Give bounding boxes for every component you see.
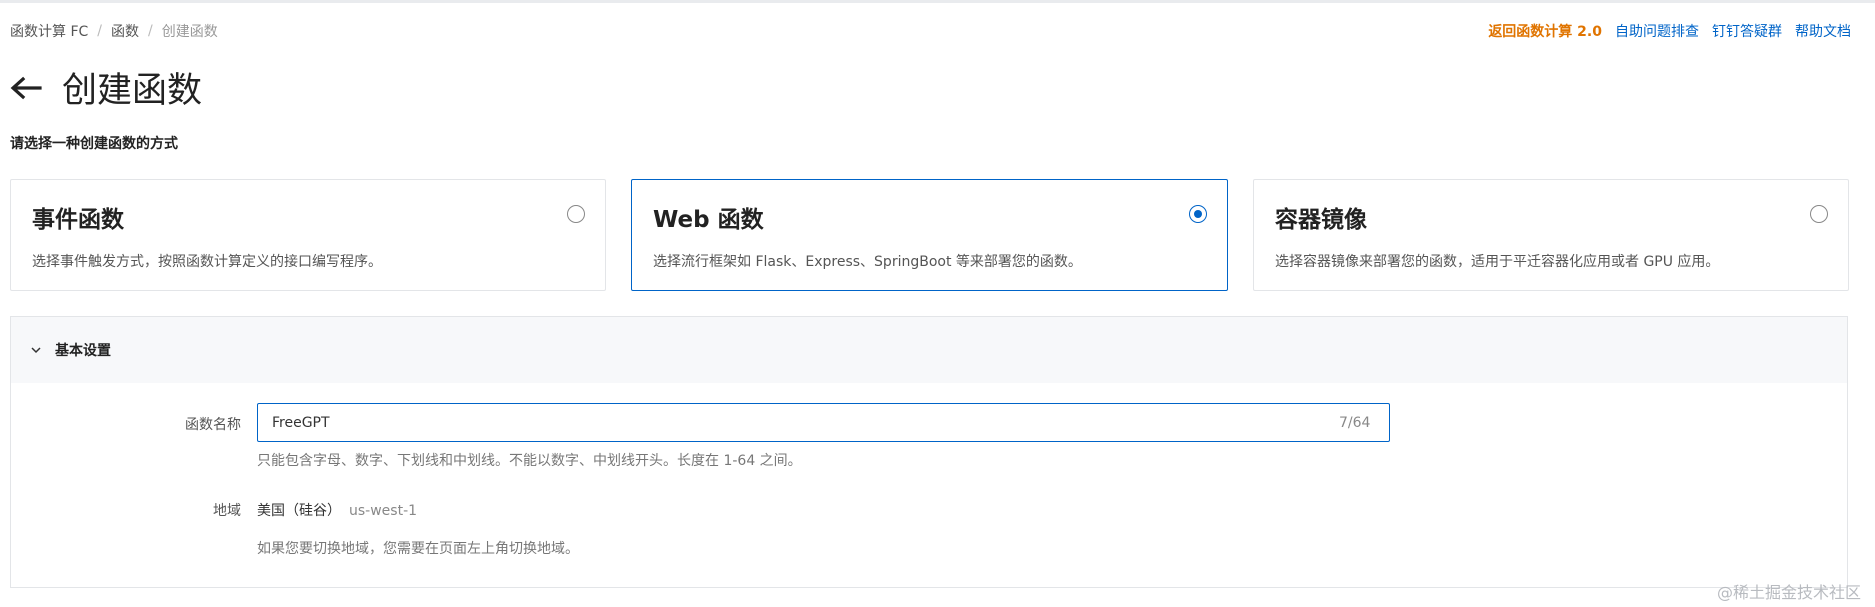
watermark: @稀土掘金技术社区 [1716, 583, 1861, 602]
region-value: 美国（硅谷） us-west-1 [257, 500, 417, 520]
help-docs-link[interactable]: 帮助文档 [1795, 21, 1851, 41]
breadcrumb-fc[interactable]: 函数计算 FC [10, 21, 88, 41]
return-v2-link[interactable]: 返回函数计算 2.0 [1488, 21, 1602, 41]
self-help-link[interactable]: 自助问题排查 [1615, 21, 1699, 41]
function-name-hint: 只能包含字母、数字、下划线和中划线。不能以数字、中划线开头。长度在 1-64 之… [257, 453, 802, 469]
basic-settings-header[interactable]: 基本设置 [11, 317, 1847, 383]
region-name: 美国（硅谷） [257, 503, 341, 519]
back-arrow-icon[interactable] [10, 71, 44, 105]
breadcrumb-separator: / [148, 23, 153, 39]
function-name-input[interactable] [257, 403, 1390, 442]
function-name-label: 函数名称 [185, 417, 241, 433]
card-title: Web 函数 [653, 207, 764, 233]
dingtalk-link[interactable]: 钉钉答疑群 [1712, 21, 1782, 41]
radio-container-image[interactable] [1810, 205, 1828, 223]
page-title: 创建函数 [62, 71, 203, 111]
card-container-image[interactable]: 容器镜像 选择容器镜像来部署您的函数，适用于平迁容器化应用或者 GPU 应用。 [1253, 179, 1849, 291]
region-hint: 如果您要切换地域，您需要在页面左上角切换地域。 [257, 541, 579, 557]
card-title: 事件函数 [32, 207, 124, 233]
basic-settings-panel: 基本设置 函数名称 7/64 只能包含字母、数字、下划线和中划线。不能以数字、中… [10, 316, 1848, 588]
breadcrumb-current: 创建函数 [161, 24, 218, 40]
radio-web-function[interactable] [1189, 205, 1207, 223]
title-row: 创建函数 [10, 62, 202, 113]
chevron-down-icon[interactable] [31, 344, 43, 356]
card-description: 选择容器镜像来部署您的函数，适用于平迁容器化应用或者 GPU 应用。 [1275, 254, 1720, 270]
basic-settings-title: 基本设置 [55, 343, 111, 359]
card-event-function[interactable]: 事件函数 选择事件触发方式，按照函数计算定义的接口编写程序。 [10, 179, 606, 291]
region-code: us-west-1 [349, 503, 418, 519]
region-label: 地域 [213, 503, 241, 519]
header-links: 返回函数计算 2.0 自助问题排查 钉钉答疑群 帮助文档 [1488, 21, 1851, 41]
breadcrumb-separator: / [97, 23, 102, 39]
card-description: 选择流行框架如 Flask、Express、SpringBoot 等来部署您的函… [653, 254, 1082, 270]
breadcrumb: 函数计算 FC / 函数 / 创建函数 [10, 21, 218, 41]
radio-event-function[interactable] [567, 205, 585, 223]
top-border [0, 0, 1875, 3]
card-web-function[interactable]: Web 函数 选择流行框架如 Flask、Express、SpringBoot … [631, 179, 1228, 291]
page-subtitle: 请选择一种创建函数的方式 [10, 136, 178, 152]
breadcrumb-functions[interactable]: 函数 [111, 21, 139, 41]
function-name-counter: 7/64 [1339, 415, 1371, 431]
card-title: 容器镜像 [1275, 207, 1367, 233]
card-description: 选择事件触发方式，按照函数计算定义的接口编写程序。 [32, 254, 382, 270]
